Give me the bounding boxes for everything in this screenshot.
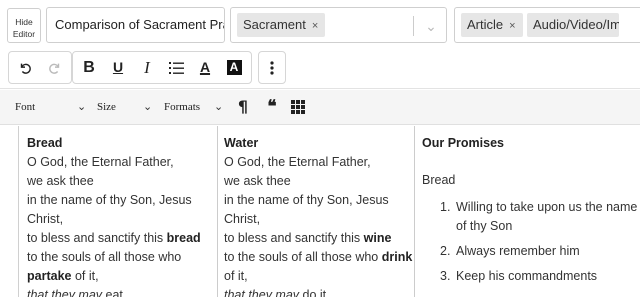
ordered-list-button[interactable] (162, 52, 190, 83)
text-line: in the name of thy Son, Jesus Christ, (224, 191, 414, 229)
type-chip: Audio/Video/Image (527, 13, 619, 37)
list-number: 3. (440, 269, 451, 283)
chevron-down-icon: ⌄ (214, 100, 224, 113)
text-run: to the souls of all those who (224, 250, 382, 264)
text-run: we ask thee (27, 174, 94, 188)
text-run: eat (102, 288, 123, 297)
undo-icon (20, 63, 31, 74)
italic-text: that they may (224, 288, 300, 297)
text-run: to bless and sanctify this (224, 231, 364, 245)
more-group (258, 51, 286, 84)
text-line: in the name of thy Son, Jesus Christ, (27, 191, 217, 229)
table-icon (291, 100, 305, 114)
column-body: O God, the Eternal Father, we ask thee in … (224, 153, 414, 297)
text-line: to the souls of all those who partake of… (27, 248, 217, 286)
list-item: 3. Keep his commandments (440, 267, 640, 286)
topic-chip-label: Sacrament (243, 17, 306, 32)
editor-content[interactable]: Bread O God, the Eternal Father, we ask t… (0, 126, 640, 297)
text-line: that they may eat (27, 286, 217, 297)
text-line: to bless and sanctify this bread (27, 229, 217, 248)
type-chip: Article × (461, 13, 523, 37)
table-cell-promises[interactable]: Our Promises Bread 1. Willing to take upo… (416, 126, 640, 297)
text-run: of it, (71, 269, 99, 283)
formats-dropdown-label: Formats (164, 101, 201, 113)
secondary-toolbar: Font ⌄ Size ⌄ Formats ⌄ ¶ ❝ (0, 90, 640, 125)
column-body: O God, the Eternal Father, we ask thee in … (27, 153, 217, 297)
more-button[interactable] (258, 52, 286, 83)
text-line: to the souls of all those who drink of i… (224, 248, 414, 286)
text-color-button[interactable]: A (191, 52, 219, 83)
list-text: Always remember him (456, 244, 580, 258)
underline-button[interactable]: U (104, 52, 132, 83)
type-chip-label: Article (467, 17, 504, 32)
table-cell-bread[interactable]: Bread O God, the Eternal Father, we ask t… (22, 126, 218, 297)
redo-icon (49, 63, 60, 74)
text-line: that they may do it (224, 286, 414, 297)
paragraph-button[interactable]: ¶ (233, 97, 253, 117)
remove-chip-icon[interactable]: × (509, 20, 515, 32)
select-separator (413, 16, 414, 36)
list-number: 2. (440, 244, 451, 258)
size-dropdown-label: Size (97, 101, 116, 113)
formats-dropdown[interactable]: Formats ⌄ (164, 98, 226, 116)
promises-list: 1. Willing to take upon us the name of th… (422, 198, 640, 286)
text-run: O God, the Eternal Father, (27, 155, 174, 169)
bg-color-label: A (226, 60, 242, 75)
list-number: 1. (440, 200, 451, 214)
list-text: Willing to take upon us the name of thy … (456, 200, 638, 233)
editor-header: Hide Editor Comparison of Sacrament Pray… (0, 0, 640, 47)
redo-button[interactable] (41, 52, 69, 83)
bold-button[interactable]: B (75, 52, 103, 83)
list-item: 2. Always remember him (440, 242, 640, 261)
text-run: in the name of thy Son, Jesus Christ, (224, 193, 389, 226)
column-heading: Bread (27, 136, 63, 150)
italic-button[interactable]: I (133, 52, 161, 83)
text-run: do it (299, 288, 327, 297)
chevron-down-icon: ⌄ (143, 100, 153, 113)
italic-text: that they may (27, 288, 103, 297)
chevron-down-icon[interactable]: ⌄ (421, 16, 441, 36)
hide-editor-button[interactable]: Hide Editor (7, 8, 41, 43)
table-button[interactable] (291, 100, 305, 114)
column-heading: Our Promises (422, 136, 504, 150)
size-dropdown[interactable]: Size ⌄ (97, 98, 159, 116)
ordered-list-icon (168, 61, 184, 74)
text-line: O God, the Eternal Father, (27, 153, 217, 172)
remove-chip-icon[interactable]: × (312, 20, 318, 32)
text-run: we ask thee (224, 174, 291, 188)
formatting-toolbar: B U I A A (0, 47, 640, 89)
types-select[interactable]: Article × Audio/Video/Image (454, 7, 640, 43)
chevron-down-icon: ⌄ (77, 100, 87, 113)
bold-text: wine (363, 231, 392, 245)
text-run: O God, the Eternal Father, (224, 155, 371, 169)
bold-text: drink (381, 250, 413, 264)
text-run: in the name of thy Son, Jesus Christ, (27, 193, 192, 226)
column-heading: Water (224, 136, 259, 150)
bold-text: bread (166, 231, 201, 245)
text-line: we ask thee (224, 172, 414, 191)
text-line: O God, the Eternal Father, (224, 153, 414, 172)
type-chip-label: Audio/Video/Image (533, 17, 619, 32)
promises-lead: Bread (422, 173, 456, 187)
text-line: to bless and sanctify this wine (224, 229, 414, 248)
topics-select[interactable]: Sacrament × ⌄ (230, 7, 447, 43)
undo-button[interactable] (11, 52, 39, 83)
background-color-button[interactable]: A (220, 52, 248, 83)
text-style-group: B U I A A (72, 51, 252, 84)
topic-chip: Sacrament × (237, 13, 325, 37)
history-group (8, 51, 72, 84)
text-run: to the souls of all those who (27, 250, 182, 264)
more-vertical-icon (270, 60, 274, 75)
blockquote-button[interactable]: ❝ (262, 97, 282, 117)
text-run: of it, (224, 269, 248, 283)
font-dropdown-label: Font (15, 101, 36, 113)
list-text: Keep his commandments (456, 269, 598, 283)
list-item: 1. Willing to take upon us the name of th… (440, 198, 640, 236)
bold-text: partake (27, 269, 72, 283)
title-input[interactable]: Comparison of Sacrament Prayers (46, 7, 225, 43)
text-run: to bless and sanctify this (27, 231, 167, 245)
font-dropdown[interactable]: Font ⌄ (15, 98, 93, 116)
text-line: we ask thee (27, 172, 217, 191)
table-cell-water[interactable]: Water O God, the Eternal Father, we ask t… (219, 126, 415, 297)
